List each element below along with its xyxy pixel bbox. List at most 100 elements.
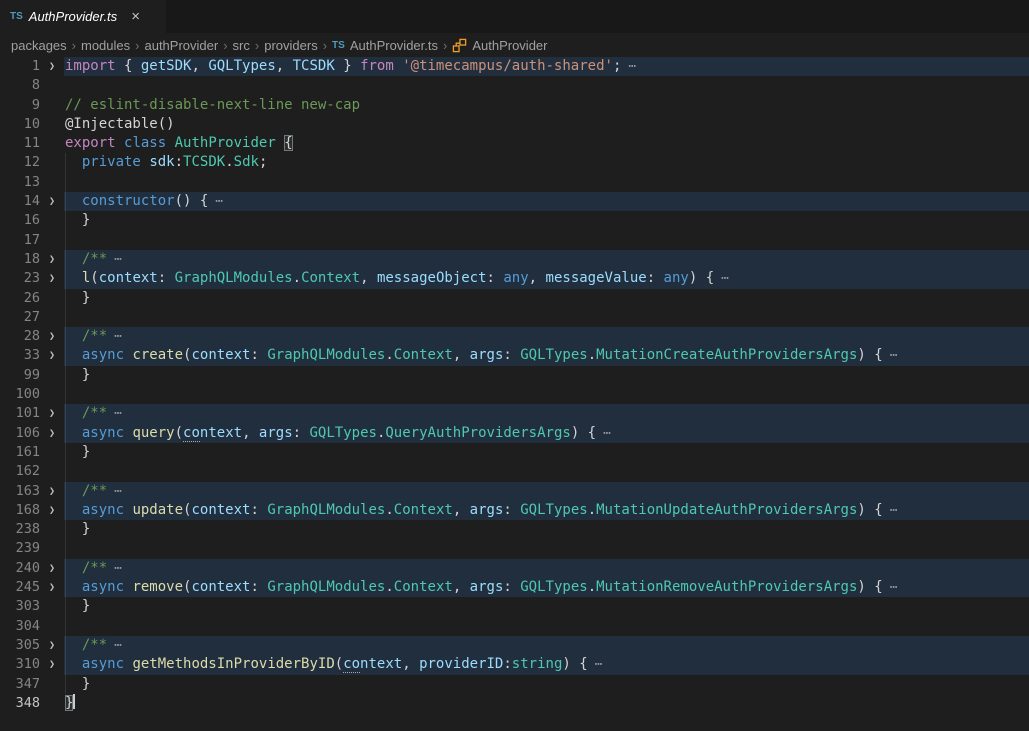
folded-code-placeholder[interactable]: ⋯ [114, 329, 122, 344]
gutter: 305❯ [0, 636, 64, 655]
folded-code-placeholder[interactable]: ⋯ [721, 271, 729, 286]
fold-chevron-icon[interactable]: ❯ [40, 578, 64, 597]
code-line-303[interactable]: 303 } [0, 597, 1029, 616]
code-token: async [82, 502, 124, 518]
code-line-163[interactable]: 163❯ /**⋯ [0, 482, 1029, 501]
code-line-304[interactable]: 304 [0, 617, 1029, 636]
code-line-28[interactable]: 28❯ /**⋯ [0, 327, 1029, 346]
code-token: context [99, 270, 158, 286]
code-line-26[interactable]: 26 } [0, 289, 1029, 308]
folded-code-placeholder[interactable]: ⋯ [890, 580, 898, 595]
code-line-161[interactable]: 161 } [0, 443, 1029, 462]
code-line-305[interactable]: 305❯ /**⋯ [0, 636, 1029, 655]
fold-chevron-icon[interactable]: ❯ [40, 424, 64, 443]
code-token: : [250, 579, 267, 595]
fold-chevron-icon[interactable]: ❯ [40, 269, 64, 288]
code-token: create [132, 347, 183, 363]
folded-code-placeholder[interactable]: ⋯ [890, 503, 898, 518]
code-line-245[interactable]: 245❯ async remove(context: GraphQLModule… [0, 578, 1029, 597]
fold-chevron-icon[interactable]: ❯ [40, 501, 64, 520]
code-token: export [65, 135, 116, 151]
fold-chevron-icon[interactable]: ❯ [40, 250, 64, 269]
code-line-14[interactable]: 14❯ constructor() {⋯ [0, 192, 1029, 211]
code-line-17[interactable]: 17 [0, 231, 1029, 250]
code-token: , [191, 58, 208, 74]
code-line-310[interactable]: 310❯ async getMethodsInProviderByID(cont… [0, 655, 1029, 674]
folded-code-placeholder[interactable]: ⋯ [114, 484, 122, 499]
code-line-239[interactable]: 239 [0, 539, 1029, 558]
fold-gutter-space [40, 153, 64, 172]
breadcrumb-item-file[interactable]: TS AuthProvider.ts [332, 38, 438, 53]
code-line-238[interactable]: 238 } [0, 520, 1029, 539]
breadcrumb-item-modules[interactable]: modules [81, 38, 130, 53]
breadcrumb-item-symbol[interactable]: AuthProvider [452, 38, 547, 53]
fold-chevron-icon[interactable]: ❯ [40, 559, 64, 578]
gutter: 11 [0, 134, 64, 153]
code-line-16[interactable]: 16 } [0, 211, 1029, 230]
code-line-13[interactable]: 13 [0, 173, 1029, 192]
folded-code-placeholder[interactable]: ⋯ [603, 426, 611, 441]
fold-chevron-icon[interactable]: ❯ [40, 636, 64, 655]
code-line-23[interactable]: 23❯ l(context: GraphQLModules.Context, m… [0, 269, 1029, 288]
code-token: remove [132, 579, 183, 595]
folded-code-placeholder[interactable]: ⋯ [114, 252, 122, 267]
breadcrumb-item-packages[interactable]: packages [11, 38, 67, 53]
code-token: MutationCreateAuthProvidersArgs [596, 347, 857, 363]
folded-code-placeholder[interactable]: ⋯ [890, 348, 898, 363]
code-token: ( [175, 425, 183, 441]
code-area[interactable]: 1❯import { getSDK, GQLTypes, TCSDK } fro… [0, 57, 1029, 713]
tab-authprovider[interactable]: TS AuthProvider.ts × [0, 0, 166, 33]
fold-chevron-icon[interactable]: ❯ [40, 655, 64, 674]
close-tab-icon[interactable]: × [131, 9, 140, 24]
code-line-168[interactable]: 168❯ async update(context: GraphQLModule… [0, 501, 1029, 520]
code-line-347[interactable]: 347 } [0, 675, 1029, 694]
code-line-8[interactable]: 8 [0, 76, 1029, 95]
breadcrumb-item-src[interactable]: src [233, 38, 250, 53]
fold-chevron-icon[interactable]: ❯ [40, 346, 64, 365]
code-line-348[interactable]: 348} [0, 694, 1029, 713]
fold-chevron-icon[interactable]: ❯ [40, 482, 64, 501]
folded-code-placeholder[interactable]: ⋯ [114, 638, 122, 653]
code-line-18[interactable]: 18❯ /**⋯ [0, 250, 1029, 269]
line-number: 303 [0, 597, 40, 616]
code-line-content: /**⋯ [64, 250, 1029, 269]
code-line-99[interactable]: 99 } [0, 366, 1029, 385]
code-line-106[interactable]: 106❯ async query(context, args: GQLTypes… [0, 424, 1029, 443]
gutter: 99 [0, 366, 64, 385]
folded-code-placeholder[interactable]: ⋯ [114, 561, 122, 576]
folded-code-placeholder[interactable]: ⋯ [215, 194, 223, 209]
code-line-33[interactable]: 33❯ async create(context: GraphQLModules… [0, 346, 1029, 365]
fold-gutter-space [40, 462, 64, 481]
code-token: : [503, 502, 520, 518]
fold-chevron-icon[interactable]: ❯ [40, 327, 64, 346]
code-token: : [250, 502, 267, 518]
folded-code-placeholder[interactable]: ⋯ [114, 406, 122, 421]
code-line-content [64, 539, 1029, 558]
fold-chevron-icon[interactable]: ❯ [40, 57, 64, 76]
folded-code-placeholder[interactable]: ⋯ [628, 59, 636, 74]
code-line-11[interactable]: 11export class AuthProvider { [0, 134, 1029, 153]
fold-chevron-icon[interactable]: ❯ [40, 404, 64, 423]
code-token: context [191, 579, 250, 595]
code-token: import [65, 58, 116, 74]
code-line-10[interactable]: 10@Injectable() [0, 115, 1029, 134]
code-line-12[interactable]: 12 private sdk:TCSDK.Sdk; [0, 153, 1029, 172]
code-token: : [158, 270, 175, 286]
fold-chevron-icon[interactable]: ❯ [40, 192, 64, 211]
breadcrumb-item-providers[interactable]: providers [264, 38, 317, 53]
code-token: ( [90, 270, 98, 286]
code-line-162[interactable]: 162 [0, 462, 1029, 481]
gutter: 347 [0, 675, 64, 694]
folded-code-placeholder[interactable]: ⋯ [595, 657, 603, 672]
breadcrumb-item-authprovider[interactable]: authProvider [144, 38, 218, 53]
code-line-100[interactable]: 100 [0, 385, 1029, 404]
code-line-9[interactable]: 9// eslint-disable-next-line new-cap [0, 96, 1029, 115]
code-line-240[interactable]: 240❯ /**⋯ [0, 559, 1029, 578]
gutter: 16 [0, 211, 64, 230]
gutter: 239 [0, 539, 64, 558]
code-line-27[interactable]: 27 [0, 308, 1029, 327]
code-line-1[interactable]: 1❯import { getSDK, GQLTypes, TCSDK } fro… [0, 57, 1029, 76]
line-number: 348 [0, 694, 40, 713]
code-line-101[interactable]: 101❯ /**⋯ [0, 404, 1029, 423]
gutter: 9 [0, 96, 64, 115]
